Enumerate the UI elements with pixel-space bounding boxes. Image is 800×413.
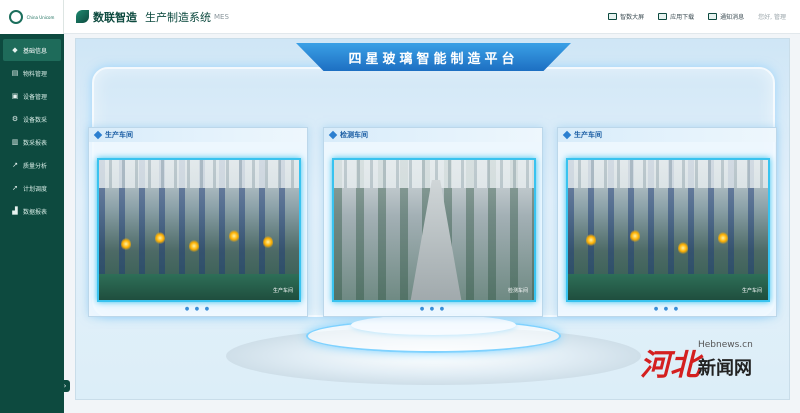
system-subtitle: MES <box>214 12 229 21</box>
stage-platform <box>226 309 641 389</box>
sidebar-item-basic-info[interactable]: ◆ 基础信息 <box>3 39 61 61</box>
panel-header: 生产车间 <box>558 128 776 142</box>
watermark-site: Hebnews.cn <box>698 340 753 350</box>
sidebar-item-material[interactable]: ▤ 物料管理 <box>3 62 61 84</box>
top-header: 数联智造 生产制造系统 MES 智数大屏 应用下载 通知消息 您好, 管理 <box>64 0 800 34</box>
sidebar-item-label: 物料管理 <box>23 70 48 78</box>
big-screen-button[interactable]: 智数大屏 <box>608 12 644 21</box>
user-greeting[interactable]: 您好, 管理 <box>758 12 786 21</box>
sidebar-collapse-button[interactable]: › <box>60 380 70 392</box>
download-icon <box>658 13 668 20</box>
sidebar-item-label: 计划调度 <box>23 185 48 193</box>
sidebar-item-label: 质量分析 <box>23 162 48 170</box>
brand-leaf-icon <box>76 10 89 23</box>
workshop-panel-inspection[interactable]: 检测车间 检测车间 ● ● ● <box>323 127 543 317</box>
flame-glow <box>678 242 688 254</box>
arrow-icon: ➚ <box>12 184 18 192</box>
unicom-logo-icon <box>8 10 23 24</box>
flame-glow <box>229 230 239 242</box>
factory-scene: 检测车间 <box>334 160 534 300</box>
flame-glow <box>718 232 728 244</box>
hebnews-watermark: 河北 Hebnews.cn 新闻网 <box>640 336 775 388</box>
sidebar-item-schedule[interactable]: ➚ 计划调度 <box>3 177 61 199</box>
screen-icon <box>608 13 618 20</box>
workshop-panel-production-2[interactable]: 生产车间 生产车间 ● ● ● <box>557 127 777 317</box>
diamond-icon: ◆ <box>12 46 18 54</box>
sidebar-item-label: 数采报表 <box>23 139 48 147</box>
sidebar-item-label: 基础信息 <box>23 47 48 55</box>
panel-header: 检测车间 <box>324 128 542 142</box>
logo-caption: China Unicom <box>26 14 55 20</box>
pagination-dots[interactable]: ● ● ● <box>89 306 307 312</box>
camera-stamp: 生产车间 <box>741 288 762 294</box>
camera-feed-production-2[interactable]: 生产车间 <box>566 158 770 302</box>
camera-stamp: 生产车间 <box>272 288 293 294</box>
flame-glow <box>121 238 131 250</box>
workshop-panel-production-1[interactable]: 生产车间 生产车间 ● ● ● <box>88 127 308 317</box>
sidebar: China Unicom ◆ 基础信息 ▤ 物料管理 ▣ 设备管理 ⚙ 设备数采… <box>0 0 70 413</box>
diamond-icon <box>328 130 338 140</box>
monitor-icon: ▣ <box>11 92 19 100</box>
notifications-label: 通知消息 <box>720 14 745 21</box>
mail-icon <box>708 13 718 20</box>
factory-scene: 生产车间 <box>568 160 768 300</box>
watermark-logo: 河北 <box>640 348 700 383</box>
app-root: China Unicom ◆ 基础信息 ▤ 物料管理 ▣ 设备管理 ⚙ 设备数采… <box>0 0 800 413</box>
pagination-dots[interactable]: ● ● ● <box>324 306 542 312</box>
flame-glow <box>586 234 596 246</box>
sidebar-item-equipment[interactable]: ▣ 设备管理 <box>3 85 61 107</box>
camera-stamp: 检测车间 <box>507 288 528 294</box>
diamond-icon <box>93 130 103 140</box>
header-actions: 智数大屏 应用下载 通知消息 您好, 管理 <box>608 12 786 21</box>
panel-header: 生产车间 <box>89 128 307 142</box>
camera-feed-inspection[interactable]: 检测车间 <box>332 158 536 302</box>
watermark-name: 新闻网 <box>698 358 752 379</box>
box-icon: ▤ <box>11 69 19 77</box>
sidebar-item-label: 设备管理 <box>23 93 48 101</box>
platform-top <box>351 315 516 335</box>
area-chart-icon: ▟ <box>12 207 18 215</box>
flame-glow <box>155 232 165 244</box>
sidebar-menu: ◆ 基础信息 ▤ 物料管理 ▣ 设备管理 ⚙ 设备数采 ▥ 数采报表 ↗ 质量分… <box>0 34 64 222</box>
sidebar-item-collect-report[interactable]: ▥ 数采报表 <box>3 131 61 153</box>
platform-title-banner: 四星玻璃智能制造平台 <box>296 43 571 71</box>
brand: 数联智造 <box>76 9 137 25</box>
panel-title: 生产车间 <box>574 131 602 139</box>
flame-glow <box>263 236 273 248</box>
sidebar-item-data-collect[interactable]: ⚙ 设备数采 <box>3 108 61 130</box>
panel-title: 检测车间 <box>340 131 368 139</box>
big-screen-label: 智数大屏 <box>620 14 645 21</box>
line-chart-icon: ↗ <box>12 161 18 169</box>
sidebar-item-label: 设备数采 <box>23 116 48 124</box>
diamond-icon <box>562 130 572 140</box>
gear-icon: ⚙ <box>11 115 19 123</box>
bar-chart-icon: ▥ <box>11 138 19 146</box>
flame-glow <box>189 240 199 252</box>
system-title: 生产制造系统 <box>145 10 211 24</box>
sidebar-logo: China Unicom <box>0 0 64 34</box>
app-download-button[interactable]: 应用下载 <box>658 12 694 21</box>
sidebar-item-quality[interactable]: ↗ 质量分析 <box>3 154 61 176</box>
pagination-dots[interactable]: ● ● ● <box>558 306 776 312</box>
notifications-button[interactable]: 通知消息 <box>708 12 744 21</box>
sidebar-item-label: 数据报表 <box>23 208 48 216</box>
panel-title: 生产车间 <box>105 131 133 139</box>
flame-glow <box>630 230 640 242</box>
sidebar-item-data-report[interactable]: ▟ 数据报表 <box>3 200 61 222</box>
brand-name: 数联智造 <box>93 10 137 24</box>
platform-title: 四星玻璃智能制造平台 <box>348 51 519 67</box>
app-download-label: 应用下载 <box>670 14 695 21</box>
factory-scene: 生产车间 <box>99 160 299 300</box>
camera-feed-production-1[interactable]: 生产车间 <box>97 158 301 302</box>
